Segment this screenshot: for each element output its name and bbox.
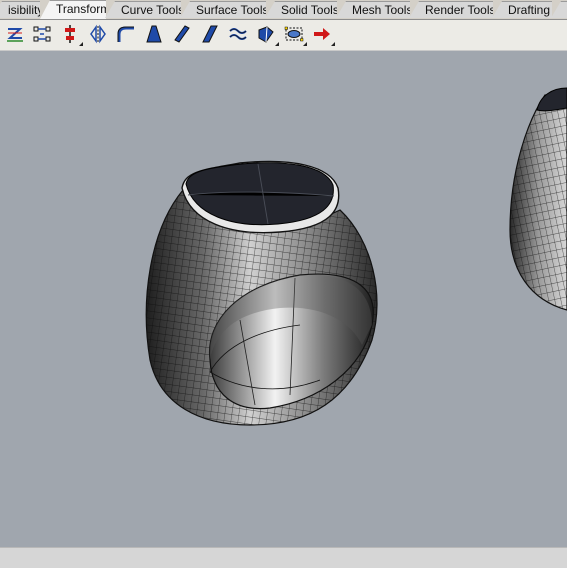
mirror-button[interactable] (86, 22, 110, 46)
move-arrow-icon (314, 28, 330, 40)
flow-along-surface-button[interactable] (254, 22, 279, 46)
flyout-indicator (275, 42, 279, 46)
tab-transform[interactable]: Transform (40, 0, 106, 19)
viewport-canvas (145, 87, 567, 426)
shear-button[interactable] (170, 22, 194, 46)
move-arrow-button[interactable] (310, 22, 335, 46)
set-z-plane-icon (7, 28, 23, 42)
cage-edit-button[interactable] (282, 22, 307, 46)
flyout-indicator (331, 42, 335, 46)
twist-button[interactable] (226, 22, 250, 46)
flyout-indicator (303, 42, 307, 46)
array-points-icon (33, 26, 51, 42)
flyout-indicator (79, 42, 83, 46)
bend-icon (117, 26, 134, 42)
flow-along-surface-icon (258, 26, 274, 43)
tab-bar: isibility Transform Curve Tools Surface … (0, 0, 567, 20)
partial-ring-top-face (536, 87, 567, 112)
tab-curve-tools[interactable]: Curve Tools (105, 1, 181, 18)
tab-visibility[interactable]: isibility (0, 1, 40, 18)
taper-icon (146, 25, 162, 43)
twist-icon (229, 28, 247, 40)
taper-button[interactable] (142, 22, 166, 46)
tab-more[interactable]: N (551, 1, 567, 18)
transform-toolbar (0, 20, 567, 51)
tab-surface-tools[interactable]: Surface Tools (180, 1, 266, 18)
cage-edit-icon (284, 26, 304, 42)
align-button[interactable] (58, 22, 83, 46)
tab-drafting[interactable]: Drafting (492, 1, 552, 18)
perspective-viewport[interactable] (0, 56, 567, 547)
shear-icon (174, 25, 190, 43)
bend-button[interactable] (114, 22, 138, 46)
array-points-button[interactable] (30, 22, 54, 46)
skew-icon (202, 25, 218, 43)
tab-render-tools[interactable]: Render Tools (409, 1, 493, 18)
ring-model[interactable] (145, 160, 378, 426)
tab-mesh-tools[interactable]: Mesh Tools (336, 1, 410, 18)
ring-model-partial[interactable] (509, 87, 567, 311)
mirror-icon (90, 24, 106, 44)
skew-button[interactable] (198, 22, 222, 46)
set-z-plane-button[interactable] (3, 22, 27, 46)
align-icon (65, 25, 75, 43)
status-bar (0, 547, 567, 568)
tab-solid-tools[interactable]: Solid Tools (265, 1, 337, 18)
